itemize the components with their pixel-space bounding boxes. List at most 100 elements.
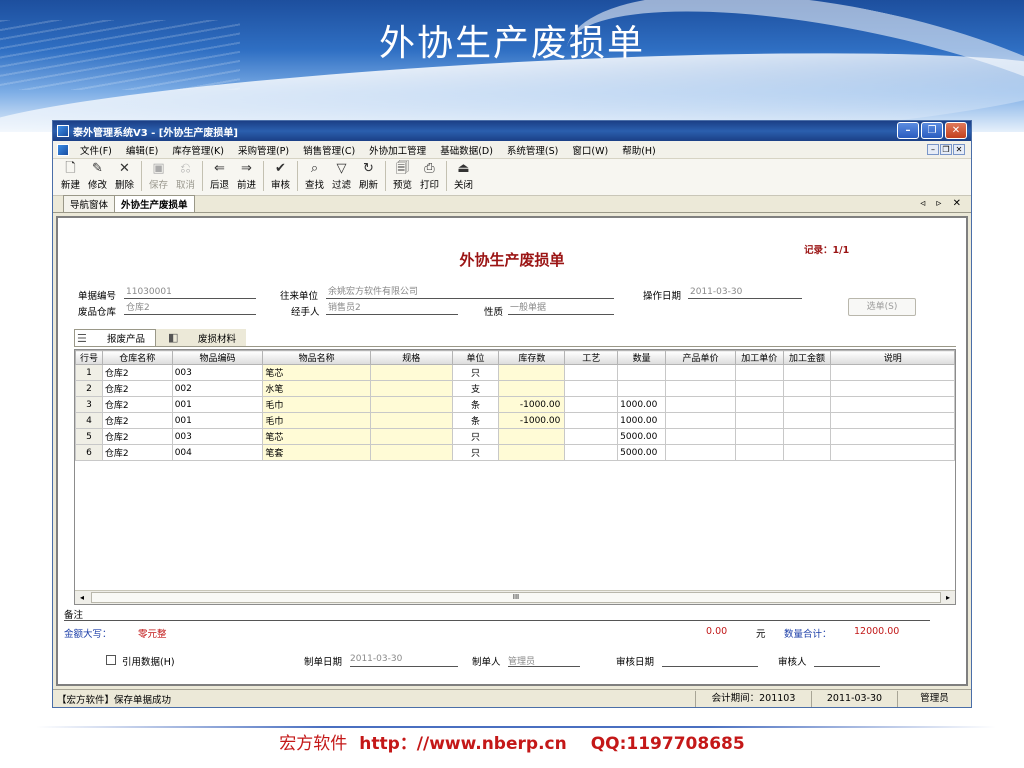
- empty-cell[interactable]: [370, 557, 452, 573]
- empty-cell[interactable]: [666, 461, 736, 477]
- toolbar-button-10[interactable]: ✔ 审核: [267, 161, 294, 191]
- table-cell[interactable]: 001: [171, 396, 264, 413]
- empty-cell[interactable]: [76, 477, 103, 493]
- toolbar-button-17[interactable]: ⎙ 打印: [416, 161, 443, 191]
- menu-item-2[interactable]: 库存管理(K): [172, 143, 224, 157]
- empty-cell[interactable]: [831, 557, 955, 573]
- table-cell[interactable]: [564, 380, 619, 397]
- empty-cell[interactable]: [666, 493, 736, 509]
- column-header[interactable]: 规格: [369, 350, 453, 365]
- empty-cell[interactable]: [565, 509, 618, 525]
- menu-item-5[interactable]: 外协加工管理: [369, 143, 426, 157]
- empty-cell[interactable]: [565, 557, 618, 573]
- empty-cell[interactable]: [76, 493, 103, 509]
- menu-item-3[interactable]: 采购管理(P): [238, 143, 289, 157]
- empty-cell[interactable]: [666, 541, 736, 557]
- maker-date-field[interactable]: 2011-03-30: [350, 654, 458, 667]
- empty-cell[interactable]: [831, 477, 955, 493]
- menu-item-0[interactable]: 文件(F): [80, 143, 112, 157]
- empty-cell[interactable]: [452, 477, 499, 493]
- quote-data-label[interactable]: 引用数据(H): [122, 654, 175, 668]
- doc-no-field[interactable]: 11030001: [124, 287, 256, 299]
- empty-cell[interactable]: [499, 557, 565, 573]
- window-titlebar[interactable]: 泰外管理系统V3 - [外协生产废损单] – ❐ ✕: [53, 121, 971, 141]
- table-cell[interactable]: 2: [75, 380, 103, 397]
- empty-cell[interactable]: [618, 461, 666, 477]
- toolbar-button-12[interactable]: ⌕ 查找: [301, 161, 328, 191]
- empty-cell[interactable]: [618, 573, 666, 589]
- empty-cell[interactable]: [666, 509, 736, 525]
- table-cell[interactable]: [617, 380, 667, 397]
- column-header[interactable]: 单位: [451, 350, 500, 365]
- table-cell[interactable]: [830, 428, 955, 445]
- restore-icon[interactable]: ❐: [921, 122, 943, 139]
- toolbar-button-5[interactable]: ⎌ 取消: [172, 161, 199, 191]
- empty-cell[interactable]: [370, 509, 452, 525]
- empty-cell[interactable]: [452, 557, 499, 573]
- table-row[interactable]: [76, 541, 955, 557]
- table-cell[interactable]: 支: [451, 380, 500, 397]
- toolbar-button-4[interactable]: ▣ 保存: [145, 161, 172, 191]
- table-row[interactable]: 3 仓库2 001 毛巾 条 -1000.00 1000.00: [75, 396, 955, 413]
- empty-cell[interactable]: [452, 509, 499, 525]
- table-cell[interactable]: 毛巾: [262, 396, 371, 413]
- mdi-restore-icon[interactable]: ❐: [940, 144, 952, 155]
- empty-cell[interactable]: [172, 557, 263, 573]
- menu-item-7[interactable]: 系统管理(S): [507, 143, 558, 157]
- tab-scrap-materials[interactable]: ◧ 废损材料: [156, 329, 247, 346]
- table-cell[interactable]: [369, 444, 453, 461]
- table-row[interactable]: 2 仓库2 002 水笔 支: [75, 380, 955, 397]
- empty-cell[interactable]: [76, 525, 103, 541]
- empty-cell[interactable]: [735, 573, 783, 589]
- table-row[interactable]: [76, 525, 955, 541]
- empty-cell[interactable]: [499, 509, 565, 525]
- empty-cell[interactable]: [452, 493, 499, 509]
- table-cell[interactable]: [782, 364, 832, 381]
- table-cell[interactable]: [369, 412, 453, 429]
- empty-cell[interactable]: [783, 525, 831, 541]
- table-cell[interactable]: [734, 412, 784, 429]
- table-row[interactable]: [76, 557, 955, 573]
- table-cell[interactable]: [498, 380, 566, 397]
- empty-cell[interactable]: [263, 461, 371, 477]
- empty-cell[interactable]: [735, 509, 783, 525]
- table-cell[interactable]: 6: [75, 444, 103, 461]
- empty-cell[interactable]: [370, 525, 452, 541]
- empty-cell[interactable]: [666, 573, 736, 589]
- empty-cell[interactable]: [102, 493, 172, 509]
- handler-field[interactable]: 销售员2: [326, 303, 458, 315]
- column-header[interactable]: 说明: [830, 350, 955, 365]
- empty-cell[interactable]: [102, 461, 172, 477]
- table-cell[interactable]: 水笔: [262, 380, 371, 397]
- table-cell[interactable]: 仓库2: [101, 428, 173, 445]
- empty-cell[interactable]: [263, 525, 371, 541]
- empty-cell[interactable]: [783, 509, 831, 525]
- table-cell[interactable]: [734, 428, 784, 445]
- table-cell[interactable]: 003: [171, 364, 264, 381]
- table-row[interactable]: [76, 461, 955, 477]
- table-cell[interactable]: [665, 364, 736, 381]
- table-cell[interactable]: 笔芯: [262, 428, 371, 445]
- empty-cell[interactable]: [565, 493, 618, 509]
- empty-cell[interactable]: [735, 461, 783, 477]
- table-row[interactable]: [76, 493, 955, 509]
- toolbar-button-16[interactable]: 🗐 预览: [389, 161, 416, 191]
- table-cell[interactable]: [665, 428, 736, 445]
- column-header[interactable]: 数量: [617, 350, 667, 365]
- mdi-minimize-icon[interactable]: –: [927, 144, 939, 155]
- table-cell[interactable]: 5000.00: [617, 428, 667, 445]
- scroll-right-icon[interactable]: ▸: [941, 591, 955, 604]
- quote-data-checkbox[interactable]: [106, 655, 116, 665]
- empty-cell[interactable]: [618, 557, 666, 573]
- empty-cell[interactable]: [263, 573, 371, 589]
- empty-cell[interactable]: [499, 541, 565, 557]
- detail-grid[interactable]: 行号 仓库名称 物品编码 物品名称 规格 单位 库存数 工艺 数量 产品单价 加工单价 加工金额 说明 …: [74, 349, 956, 605]
- column-header[interactable]: 物品名称: [262, 350, 371, 365]
- table-cell[interactable]: 仓库2: [101, 380, 173, 397]
- empty-cell[interactable]: [783, 573, 831, 589]
- audit-date-field[interactable]: [662, 654, 758, 667]
- table-cell[interactable]: 004: [171, 444, 264, 461]
- table-cell[interactable]: [830, 412, 955, 429]
- empty-cell[interactable]: [102, 541, 172, 557]
- table-cell[interactable]: [782, 428, 832, 445]
